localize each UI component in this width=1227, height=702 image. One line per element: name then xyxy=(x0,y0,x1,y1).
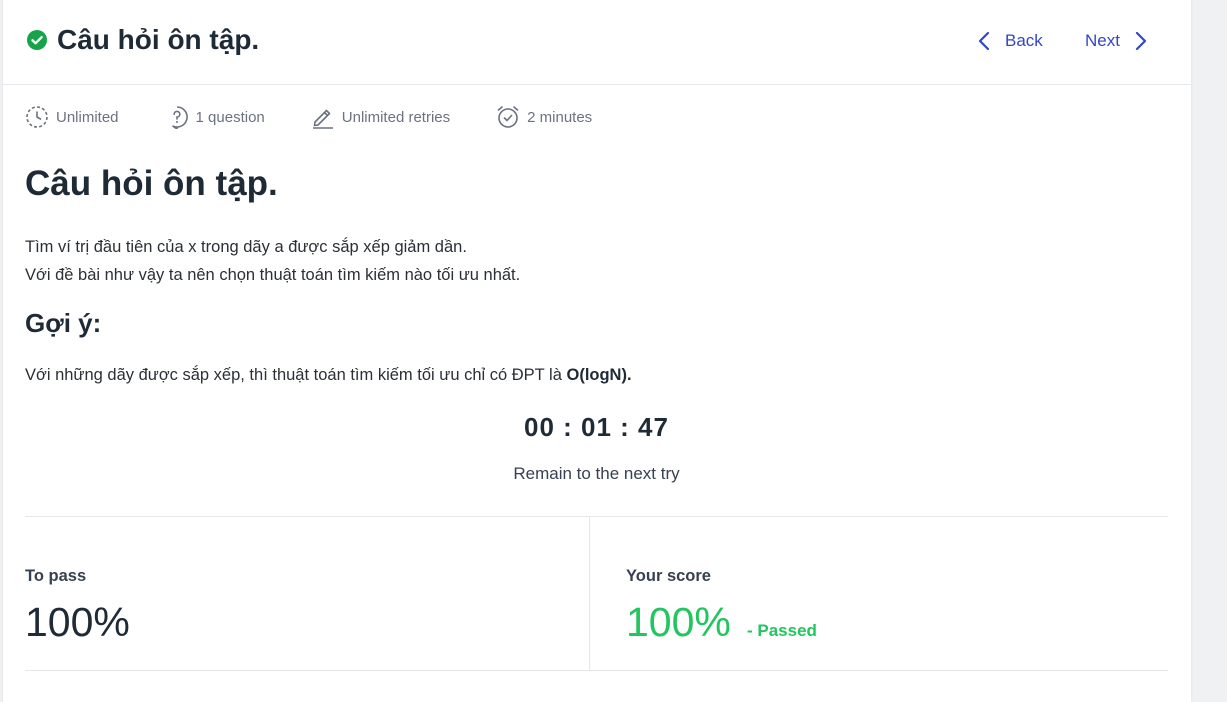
quiz-panel: Câu hỏi ôn tập. Back Next Unlimited 1 qu… xyxy=(3,0,1191,702)
hint-body: Với những dãy được sắp xếp, thì thuật to… xyxy=(25,366,567,384)
pass-status: - Passed xyxy=(747,621,817,640)
chevron-left-icon xyxy=(978,31,990,51)
next-label: Next xyxy=(1085,31,1120,50)
hint-heading: Gợi ý: xyxy=(25,308,102,338)
question-bubble-icon xyxy=(171,106,188,129)
retry-countdown-label: Remain to the next try xyxy=(513,464,680,483)
quiz-meta: Unlimited 1 question Unlimited retries 2… xyxy=(25,103,638,131)
check-circle-icon xyxy=(27,30,47,50)
clock-dashed-icon xyxy=(26,106,48,128)
hint-text: Với những dãy được sắp xếp, thì thuật to… xyxy=(25,366,632,385)
meta-time: 2 minutes xyxy=(496,105,592,129)
meta-time-text: 2 minutes xyxy=(527,108,593,126)
back-button[interactable]: Back xyxy=(977,28,1043,54)
meta-questions-text: 1 question xyxy=(195,108,265,126)
meta-duration: Unlimited xyxy=(25,105,119,129)
quiz-heading: Câu hỏi ôn tập. xyxy=(25,164,278,203)
score-summary: To pass 100% Your score 100% - Passed xyxy=(25,516,1168,671)
next-button[interactable]: Next xyxy=(1085,28,1148,54)
back-label: Back xyxy=(1005,31,1043,50)
score-divider xyxy=(589,517,590,670)
your-score-value: 100% xyxy=(626,599,731,645)
question-text: Tìm ví trị đầu tiên của x trong dãy a đư… xyxy=(25,233,520,289)
lesson-title: Câu hỏi ôn tập. xyxy=(57,24,260,55)
alarm-clock-icon xyxy=(497,106,519,128)
retry-countdown: 00 : 01 : 47 xyxy=(524,412,669,442)
to-pass-value: 100% xyxy=(25,599,130,645)
chevron-right-icon xyxy=(1135,31,1147,51)
to-pass-label: To pass xyxy=(25,567,87,585)
meta-retries-text: Unlimited retries xyxy=(341,108,451,126)
question-line-1: Tìm ví trị đầu tiên của x trong dãy a đư… xyxy=(25,238,467,256)
meta-retries: Unlimited retries xyxy=(311,105,450,129)
your-score-label: Your score xyxy=(626,567,711,585)
hint-complexity: O(logN). xyxy=(566,366,632,384)
question-line-2: Với đề bài như vậy ta nên chọn thuật toá… xyxy=(25,266,521,284)
pencil-icon xyxy=(312,109,333,129)
meta-questions: 1 question xyxy=(165,105,265,129)
meta-duration-text: Unlimited xyxy=(56,108,119,126)
top-bar: Câu hỏi ôn tập. Back Next xyxy=(3,0,1191,85)
